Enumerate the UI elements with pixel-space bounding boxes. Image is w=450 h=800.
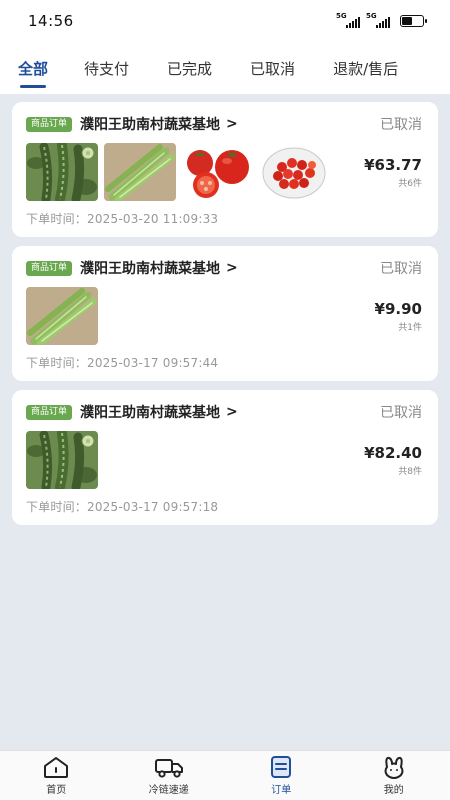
signal-icon: 5G [366,12,390,28]
order-time-label: 下单时间： [26,500,88,514]
nav-label: 首页 [46,785,67,796]
order-icon [271,756,292,778]
chevron-right-icon: > [226,404,238,420]
tab-completed[interactable]: 已完成 [167,42,212,94]
truck-icon [154,759,183,778]
nav-label: 我的 [383,785,404,796]
order-tabs: 全部 待支付 已完成 已取消 退款/售后 [0,42,450,94]
order-list: 商品订单 濮阳王助南村蔬菜基地 > 已取消 ¥63.77 共6件 下单时间：20… [0,94,450,525]
nav-label: 冷链速递 [148,785,189,796]
tomato-thumbnail[interactable] [182,143,254,201]
order-price: ¥9.90 [374,299,422,318]
item-count: 共6件 [398,178,422,189]
order-card[interactable]: 商品订单 濮阳王助南村蔬菜基地 > 已取消 ¥9.90 共1件 下单时间：202… [12,246,438,381]
loofah-thumbnail[interactable] [26,143,98,201]
celtuce-image [104,143,176,201]
tab-cancelled[interactable]: 已取消 [250,42,295,94]
tab-pending-payment[interactable]: 待支付 [84,42,129,94]
order-time-label: 下单时间： [26,356,88,370]
bottom-nav: 首页 冷链速递 订单 我的 [0,750,450,800]
order-header: 商品订单 濮阳王助南村蔬菜基地 > 已取消 [26,114,422,134]
order-status: 已取消 [380,117,422,133]
order-type-badge: 商品订单 [26,116,73,132]
order-price: ¥63.77 [364,155,422,174]
nav-label: 订单 [271,785,292,796]
order-items: ¥9.90 共1件 [26,286,422,346]
celtuce-thumbnail[interactable] [104,143,176,201]
order-price: ¥82.40 [364,443,422,462]
celtuce-image [26,287,98,345]
signal-icon: 5G [336,12,360,28]
status-bar: 14:56 5G 5G [0,0,450,42]
nav-profile[interactable]: 我的 [338,751,450,800]
status-time: 14:56 [28,12,74,30]
status-indicators: 5G 5G [336,12,427,28]
shop-link[interactable]: 濮阳王助南村蔬菜基地 > [80,114,238,134]
order-time-label: 下单时间： [26,212,88,226]
product-thumbnails[interactable] [26,143,332,201]
order-header: 商品订单 濮阳王助南村蔬菜基地 > 已取消 [26,402,422,422]
loofah-thumbnail[interactable] [26,431,98,489]
chevron-right-icon: > [226,116,238,132]
home-icon [44,757,69,778]
order-time: 下单时间：2025-03-17 09:57:18 [26,498,422,515]
order-time-value: 2025-03-20 11:09:33 [87,212,219,226]
product-thumbnails[interactable] [26,431,98,489]
shop-link[interactable]: 濮阳王助南村蔬菜基地 > [80,258,238,278]
shop-name: 濮阳王助南村蔬菜基地 [80,117,221,133]
nav-orders[interactable]: 订单 [225,751,338,800]
nav-cold-chain[interactable]: 冷链速递 [113,751,226,800]
loofah-image [26,143,98,201]
order-time-value: 2025-03-17 09:57:18 [87,500,219,514]
loofah-image [26,431,98,489]
order-header: 商品订单 濮阳王助南村蔬菜基地 > 已取消 [26,258,422,278]
cherry-tomato-thumbnail[interactable] [260,143,332,201]
product-thumbnails[interactable] [26,287,98,345]
item-count: 共8件 [398,466,422,477]
profile-icon [384,756,404,779]
nav-home[interactable]: 首页 [0,751,113,800]
price-block: ¥63.77 共6件 [364,156,422,189]
celtuce-thumbnail[interactable] [26,287,98,345]
tab-all[interactable]: 全部 [18,42,48,94]
order-time: 下单时间：2025-03-20 11:09:33 [26,210,422,227]
tab-refund-aftersale[interactable]: 退款/售后 [333,42,398,94]
order-time-value: 2025-03-17 09:57:44 [87,356,219,370]
cherry-tomato-image [260,143,332,201]
order-card[interactable]: 商品订单 濮阳王助南村蔬菜基地 > 已取消 ¥63.77 共6件 下单时间：20… [12,102,438,237]
order-type-badge: 商品订单 [26,260,73,276]
order-type-badge: 商品订单 [26,404,73,420]
order-items: ¥63.77 共6件 [26,142,422,202]
order-card[interactable]: 商品订单 濮阳王助南村蔬菜基地 > 已取消 ¥82.40 共8件 下单时间：20… [12,390,438,525]
chevron-right-icon: > [226,260,238,276]
battery-icon [400,15,427,27]
order-time: 下单时间：2025-03-17 09:57:44 [26,354,422,371]
order-status: 已取消 [380,261,422,277]
top-area: 14:56 5G 5G 全部 待支付 已完成 已取消 退款/售后 [0,0,450,94]
shop-name: 濮阳王助南村蔬菜基地 [80,405,221,421]
shop-name: 濮阳王助南村蔬菜基地 [80,261,221,277]
order-status: 已取消 [380,405,422,421]
price-block: ¥82.40 共8件 [364,444,422,477]
order-items: ¥82.40 共8件 [26,430,422,490]
shop-link[interactable]: 濮阳王助南村蔬菜基地 > [80,402,238,422]
price-block: ¥9.90 共1件 [375,300,422,333]
item-count: 共1件 [398,322,422,333]
tomato-image [182,143,254,201]
